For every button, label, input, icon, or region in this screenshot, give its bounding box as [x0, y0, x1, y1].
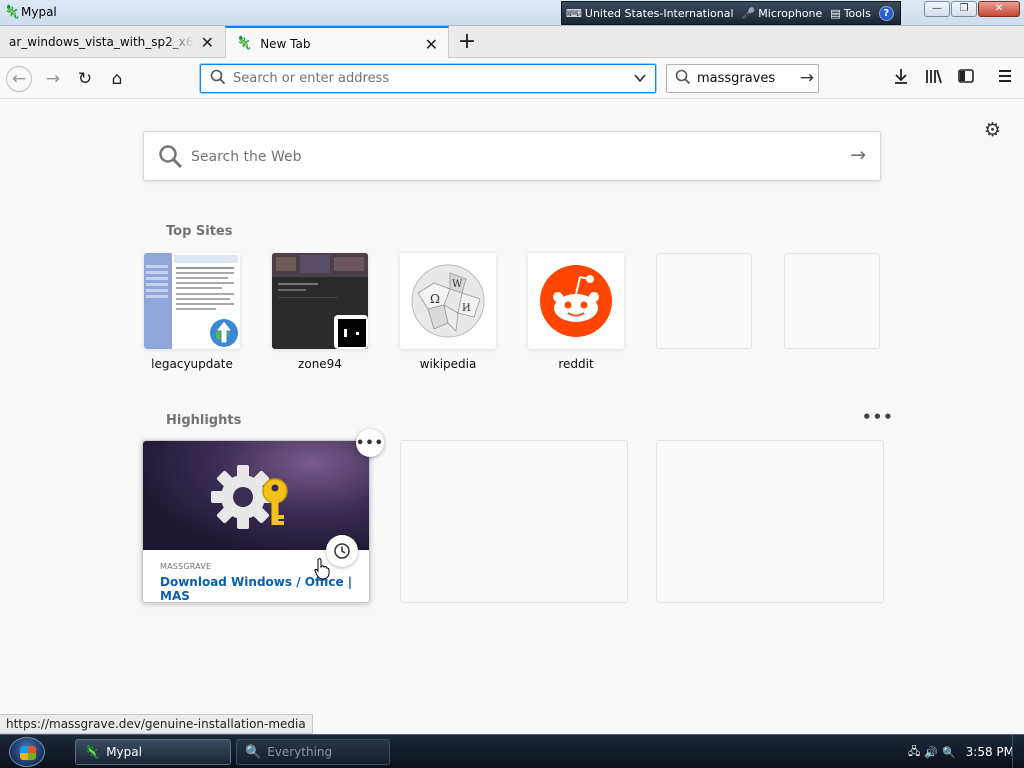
highlight-image [143, 441, 369, 550]
site-thumbnail [528, 253, 624, 349]
download-icon[interactable] [890, 68, 912, 88]
tools-icon: ▤ [830, 6, 841, 20]
highlight-empty-placeholder [400, 440, 628, 603]
search-icon [158, 144, 184, 173]
top-site-label: legacyupdate [151, 357, 233, 371]
top-site-empty [656, 253, 752, 349]
web-search-placeholder: Search the Web [191, 149, 302, 165]
top-site-reddit[interactable]: reddit [528, 253, 624, 371]
highlight-card-massgrave[interactable]: MASSGRAVE Download Windows / Office | MA… [142, 429, 384, 603]
top-site-empty [784, 253, 880, 349]
new-tab-page: ⚙ Search the Web → Top Sites legacyupdat… [0, 99, 1024, 714]
langbar-keyboard[interactable]: ⌨ United States-International [566, 7, 734, 20]
taskbar-clock[interactable]: 3:58 PM [966, 745, 1014, 759]
wikipedia-globe-icon: Ω W И [411, 264, 485, 338]
highlights-heading: Highlights [166, 413, 242, 428]
top-site-zone94[interactable]: zone94 [272, 253, 368, 371]
start-button[interactable] [9, 737, 45, 767]
forward-button[interactable]: → [40, 66, 66, 92]
maximize-button[interactable]: ❐ [951, 1, 977, 17]
gear-icon[interactable]: ⚙ [984, 119, 1001, 141]
arrow-right-icon[interactable]: → [800, 68, 814, 88]
more-options-icon[interactable]: ••• [862, 408, 894, 426]
reload-button[interactable]: ↻ [72, 66, 98, 92]
address-bar[interactable]: Search or enter address [200, 64, 656, 93]
top-site-wikipedia[interactable]: Ω W И wikipedia [400, 253, 496, 371]
top-site-label: reddit [558, 357, 594, 371]
close-window-button[interactable]: ✕ [978, 1, 1020, 17]
app-icon: 🦎 [4, 5, 21, 20]
site-thumbnail: Ω W И [400, 253, 496, 349]
top-site-legacyupdate[interactable]: legacyupdate [144, 253, 240, 371]
tab-new-tab[interactable]: 🦎 New Tab ✕ [225, 26, 449, 59]
gear-key-icon [211, 465, 288, 529]
system-tray: 🖧 🔊 🔍 3:58 PM [900, 735, 1024, 768]
site-thumbnail [272, 253, 368, 349]
close-tab-icon[interactable]: ✕ [425, 35, 438, 54]
zone94-thumbnail [272, 253, 368, 349]
search-icon [675, 69, 693, 88]
top-site-label: zone94 [298, 357, 342, 371]
tab-iso-download[interactable]: ar_windows_vista_with_sp2_x64_dvd ✕ [0, 26, 224, 58]
status-url-tooltip: https://massgrave.dev/genuine-installati… [0, 714, 313, 734]
langbar-tools[interactable]: ▤ Tools [830, 7, 871, 20]
top-sites-heading: Top Sites [166, 224, 233, 239]
hamburger-menu-icon[interactable] [994, 68, 1016, 88]
language-bar[interactable]: ⌨ United States-International 🎤 Micropho… [561, 1, 901, 25]
search-icon [210, 69, 228, 88]
close-tab-icon[interactable]: ✕ [201, 33, 214, 52]
minimize-button[interactable]: — [924, 1, 950, 17]
mypal-app-icon: 🦎 [84, 744, 101, 760]
navigation-bar: ← → ↻ ⌂ Search or enter address massgrav… [0, 58, 1024, 99]
web-search-box[interactable]: Search the Web → [143, 131, 881, 181]
show-desktop-button[interactable] [1012, 735, 1024, 768]
hand-cursor-icon [314, 558, 330, 583]
highlight-empty-placeholder [656, 440, 884, 603]
highlight-context-menu-button[interactable]: ••• [356, 429, 384, 457]
reddit-logo-icon [540, 265, 612, 337]
highlight-title[interactable]: Download Windows / Office | MAS [160, 575, 369, 603]
svg-text:Ω: Ω [430, 292, 440, 306]
empty-site-placeholder [656, 253, 752, 349]
search-tray-icon[interactable]: 🔍 [942, 746, 956, 759]
back-button[interactable]: ← [6, 66, 32, 92]
window-title: Mypal [21, 5, 57, 19]
title-bar: 🦎 Mypal ⌨ United States-International 🎤 … [0, 0, 1024, 26]
network-icon[interactable]: 🖧 [908, 743, 920, 762]
keyboard-icon: ⌨ [566, 6, 582, 20]
highlight-source: MASSGRAVE [160, 562, 212, 571]
legacyupdate-thumbnail [144, 253, 240, 349]
taskbar: 🦎 Mypal 🔍 Everything 🖧 🔊 🔍 3:58 PM [0, 734, 1024, 768]
site-thumbnail [144, 253, 240, 349]
clock-icon [326, 535, 358, 567]
new-tab-button[interactable]: + [455, 29, 479, 54]
search-bar[interactable]: massgraves → [666, 64, 819, 93]
sidebar-icon[interactable] [955, 68, 977, 88]
empty-site-placeholder [784, 253, 880, 349]
home-button[interactable]: ⌂ [104, 66, 130, 92]
library-icon[interactable] [923, 68, 945, 88]
top-site-label: wikipedia [419, 357, 477, 371]
volume-icon[interactable]: 🔊 [924, 746, 938, 759]
tab-bar: ar_windows_vista_with_sp2_x64_dvd ✕ 🦎 Ne… [0, 26, 1024, 59]
taskbar-item-everything[interactable]: 🔍 Everything [236, 739, 390, 765]
magnifier-app-icon: 🔍 [245, 744, 262, 760]
arrow-right-icon[interactable]: → [850, 144, 866, 166]
chevron-down-icon[interactable] [633, 71, 647, 89]
svg-text:W: W [452, 279, 463, 290]
address-placeholder: Search or enter address [233, 71, 390, 86]
taskbar-item-mypal[interactable]: 🦎 Mypal [75, 739, 231, 765]
microphone-icon: 🎤 [741, 6, 756, 20]
mypal-favicon-icon: 🦎 [236, 36, 253, 51]
langbar-microphone[interactable]: 🎤 Microphone [742, 7, 823, 20]
help-icon[interactable]: ? [878, 5, 894, 21]
svg-text:И: И [462, 303, 471, 314]
search-bar-value: massgraves [697, 71, 776, 86]
